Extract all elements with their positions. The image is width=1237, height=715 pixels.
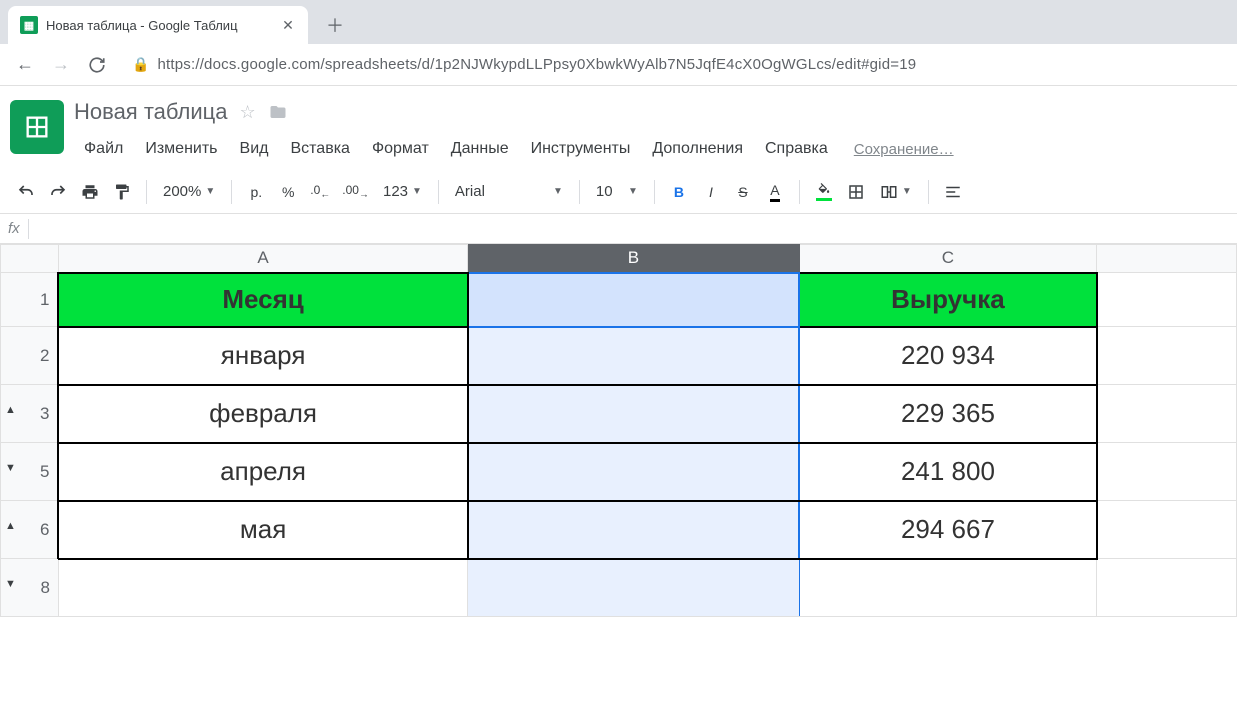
menu-edit[interactable]: Изменить xyxy=(135,136,227,162)
cell-a3[interactable]: февраля xyxy=(58,385,467,443)
paint-format-button[interactable] xyxy=(108,178,136,206)
menu-insert[interactable]: Вставка xyxy=(280,136,359,162)
cell-b8[interactable] xyxy=(468,559,799,617)
format-percent-button[interactable]: % xyxy=(274,178,302,206)
cell[interactable] xyxy=(1097,501,1237,559)
cell-b1[interactable] xyxy=(468,273,799,327)
address-bar: ← → 🔒 https://docs.google.com/spreadshee… xyxy=(0,44,1237,86)
cell-a1[interactable]: Месяц xyxy=(58,273,467,327)
saving-status: Сохранение… xyxy=(854,141,954,158)
cell-c6[interactable]: 294 667 xyxy=(799,501,1097,559)
cell[interactable] xyxy=(1097,385,1237,443)
menu-tools[interactable]: Инструменты xyxy=(521,136,641,162)
redo-button[interactable] xyxy=(44,178,72,206)
toolbar: 200%▼ р. % .0← .00→ 123▼ Arial▼ 10▼ B I … xyxy=(0,170,1237,214)
number-format-dropdown[interactable]: 123▼ xyxy=(377,178,428,206)
reload-button[interactable] xyxy=(84,52,110,78)
menu-addons[interactable]: Дополнения xyxy=(642,136,753,162)
font-size-dropdown[interactable]: 10▼ xyxy=(590,178,644,206)
borders-button[interactable] xyxy=(842,178,870,206)
new-tab-button[interactable]: ＋ xyxy=(320,10,350,40)
folder-icon[interactable] xyxy=(268,103,288,121)
cell[interactable] xyxy=(1097,559,1237,617)
row-header[interactable]: ▲6 xyxy=(1,501,59,559)
menu-format[interactable]: Формат xyxy=(362,136,439,162)
cell-c1[interactable]: Выручка xyxy=(799,273,1097,327)
sheets-favicon-icon: ▦ xyxy=(20,16,38,34)
menu-data[interactable]: Данные xyxy=(441,136,519,162)
formula-bar: fx xyxy=(0,214,1237,244)
lock-icon: 🔒 xyxy=(132,56,149,73)
row-header[interactable]: ▼8 xyxy=(1,559,59,617)
browser-tab-strip: ▦ Новая таблица - Google Таблиц ✕ ＋ xyxy=(0,0,1237,44)
cell-a6[interactable]: мая xyxy=(58,501,467,559)
row-header[interactable]: 1 xyxy=(1,273,59,327)
bold-button[interactable]: B xyxy=(665,178,693,206)
url-text[interactable]: https://docs.google.com/spreadsheets/d/1… xyxy=(157,56,916,73)
cell[interactable] xyxy=(1097,443,1237,501)
back-button[interactable]: ← xyxy=(12,52,38,78)
cell-c8[interactable] xyxy=(799,559,1097,617)
column-header-c[interactable]: C xyxy=(799,245,1097,273)
strikethrough-button[interactable]: S xyxy=(729,178,757,206)
italic-button[interactable]: I xyxy=(697,178,725,206)
format-currency-button[interactable]: р. xyxy=(242,178,270,206)
cell-a8[interactable] xyxy=(58,559,467,617)
cell-a5[interactable]: апреля xyxy=(58,443,467,501)
zoom-dropdown[interactable]: 200%▼ xyxy=(157,178,221,206)
column-header-extra[interactable] xyxy=(1097,245,1237,273)
forward-button[interactable]: → xyxy=(48,52,74,78)
column-header-b[interactable]: B xyxy=(468,245,799,273)
increase-decimal-button[interactable]: .00→ xyxy=(338,178,373,206)
fx-icon: fx xyxy=(8,220,20,237)
cell-b6[interactable] xyxy=(468,501,799,559)
cell-a2[interactable]: января xyxy=(58,327,467,385)
font-dropdown[interactable]: Arial▼ xyxy=(449,178,569,206)
star-icon[interactable]: ☆ xyxy=(239,102,255,123)
cell[interactable] xyxy=(1097,273,1237,327)
row-header[interactable]: 2 xyxy=(1,327,59,385)
row-header[interactable]: ▲3 xyxy=(1,385,59,443)
browser-tab[interactable]: ▦ Новая таблица - Google Таблиц ✕ xyxy=(8,6,308,44)
print-button[interactable] xyxy=(76,178,104,206)
column-header-a[interactable]: A xyxy=(58,245,467,273)
horizontal-align-button[interactable] xyxy=(939,178,967,206)
menu-help[interactable]: Справка xyxy=(755,136,838,162)
row-header[interactable]: ▼5 xyxy=(1,443,59,501)
merge-cells-button[interactable]: ▼ xyxy=(874,178,918,206)
cell-b3[interactable] xyxy=(468,385,799,443)
cell[interactable] xyxy=(1097,327,1237,385)
document-title[interactable]: Новая таблица xyxy=(74,99,227,125)
decrease-decimal-button[interactable]: .0← xyxy=(306,178,334,206)
cell-c2[interactable]: 220 934 xyxy=(799,327,1097,385)
menu-bar: Файл Изменить Вид Вставка Формат Данные … xyxy=(74,136,1221,162)
tab-title: Новая таблица - Google Таблиц xyxy=(46,18,272,33)
undo-button[interactable] xyxy=(12,178,40,206)
cell-c5[interactable]: 241 800 xyxy=(799,443,1097,501)
sheets-header: Новая таблица ☆ Файл Изменить Вид Вставк… xyxy=(0,86,1237,162)
close-tab-icon[interactable]: ✕ xyxy=(280,17,296,33)
select-all-corner[interactable] xyxy=(1,245,59,273)
cell-b2[interactable] xyxy=(468,327,799,385)
spreadsheet-grid: A B C 1 Месяц Выручка 2 января 220 934 ▲… xyxy=(0,244,1237,617)
menu-view[interactable]: Вид xyxy=(230,136,279,162)
fill-color-button[interactable] xyxy=(810,178,838,206)
cell-b5[interactable] xyxy=(468,443,799,501)
text-color-button[interactable]: A xyxy=(761,178,789,206)
cell-c3[interactable]: 229 365 xyxy=(799,385,1097,443)
sheets-logo-icon[interactable] xyxy=(10,100,64,154)
menu-file[interactable]: Файл xyxy=(74,136,133,162)
